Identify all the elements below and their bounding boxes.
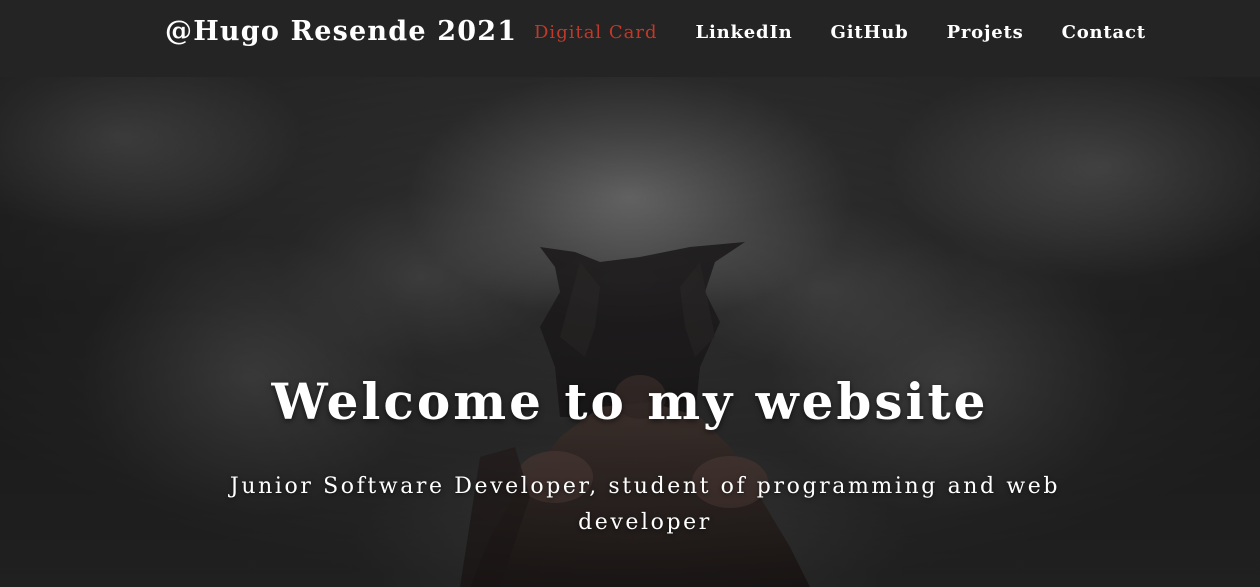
hero-title: Welcome to my website (271, 372, 989, 431)
nav-link-contact[interactable]: Contact (1062, 22, 1146, 43)
nav-link-digital-card[interactable]: Digital Card (534, 22, 658, 43)
hero-subtitle: Junior Software Developer, student of pr… (229, 474, 1061, 535)
navbar: @Hugo Resende 2021 Digital Card LinkedIn… (0, 0, 1260, 77)
nav-link-projets[interactable]: Projets (947, 22, 1024, 43)
nav-link-github[interactable]: GitHub (831, 22, 909, 43)
brand-link[interactable]: @Hugo Resende 2021 (165, 16, 517, 47)
hero-section: Welcome to my website Junior Software De… (0, 77, 1260, 587)
nav-links: Digital Card LinkedIn GitHub Projets Con… (534, 22, 1184, 43)
nav-link-linkedin[interactable]: LinkedIn (696, 22, 793, 43)
